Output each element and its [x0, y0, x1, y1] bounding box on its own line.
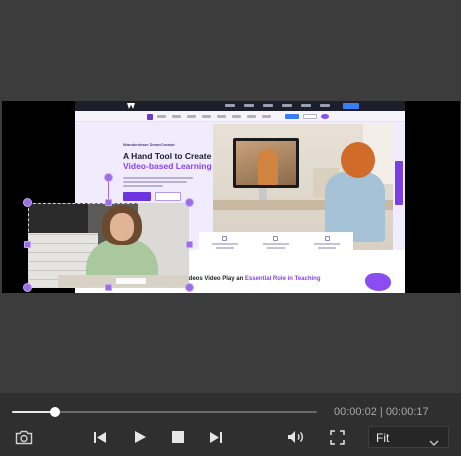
chevron-down-icon	[429, 433, 439, 451]
stop-icon[interactable]	[168, 428, 188, 446]
wondershare-logo-icon	[127, 103, 135, 109]
resize-handle-bottom-left[interactable]	[23, 283, 32, 292]
skip-next-icon[interactable]	[206, 428, 226, 446]
seek-bar[interactable]	[12, 407, 317, 417]
resize-handle-top[interactable]	[105, 199, 112, 206]
hero-title-line2: Video-based Learning	[123, 161, 212, 171]
site-sub-nav	[75, 111, 405, 122]
resize-handle-right[interactable]	[186, 241, 193, 248]
resize-handle-bottom[interactable]	[105, 284, 112, 291]
site-feature-strip	[199, 232, 353, 256]
resize-handle-top-left[interactable]	[23, 198, 32, 207]
seek-progress	[12, 411, 55, 413]
time-separator: |	[379, 406, 383, 418]
current-time: 00:00:02	[334, 406, 377, 418]
zoom-fit-dropdown[interactable]: Fit	[368, 426, 449, 448]
site-section-headline: ideos Video Play an Essential Role in Te…	[187, 276, 321, 282]
playback-controls: 00:00:02 | 00:00:17 Fit	[0, 393, 461, 456]
site-top-nav	[75, 101, 405, 111]
resize-handle-top-right[interactable]	[185, 198, 194, 207]
social-share-bar	[395, 161, 403, 205]
fullscreen-icon[interactable]	[327, 428, 347, 446]
democreator-logo-icon	[147, 114, 153, 120]
hero-title-line1: A Hand Tool to Create	[123, 151, 212, 161]
hero-secondary-button	[155, 192, 181, 201]
resize-handle-left[interactable]	[24, 241, 31, 248]
resize-handle-bottom-right[interactable]	[185, 283, 194, 292]
selection-box[interactable]	[28, 203, 189, 288]
video-editor-preview: Wondershare DemoCreator A Hand Tool to C…	[0, 0, 461, 456]
preview-canvas[interactable]: Wondershare DemoCreator A Hand Tool to C…	[0, 0, 461, 393]
volume-icon[interactable]	[286, 428, 306, 446]
hero-primary-button	[123, 192, 151, 201]
time-display: 00:00:02 | 00:00:17	[334, 406, 429, 418]
zoom-fit-value: Fit	[376, 431, 390, 445]
seek-handle[interactable]	[49, 407, 60, 417]
site-brand: Wondershare DemoCreator	[123, 142, 175, 147]
site-illustration-badge	[365, 273, 391, 291]
play-icon[interactable]	[130, 428, 150, 446]
camera-icon[interactable]	[14, 428, 34, 446]
rotate-handle[interactable]	[104, 173, 113, 182]
total-time: 00:00:17	[385, 406, 429, 418]
nav-cta-button	[343, 103, 359, 109]
skip-previous-icon[interactable]	[90, 428, 110, 446]
